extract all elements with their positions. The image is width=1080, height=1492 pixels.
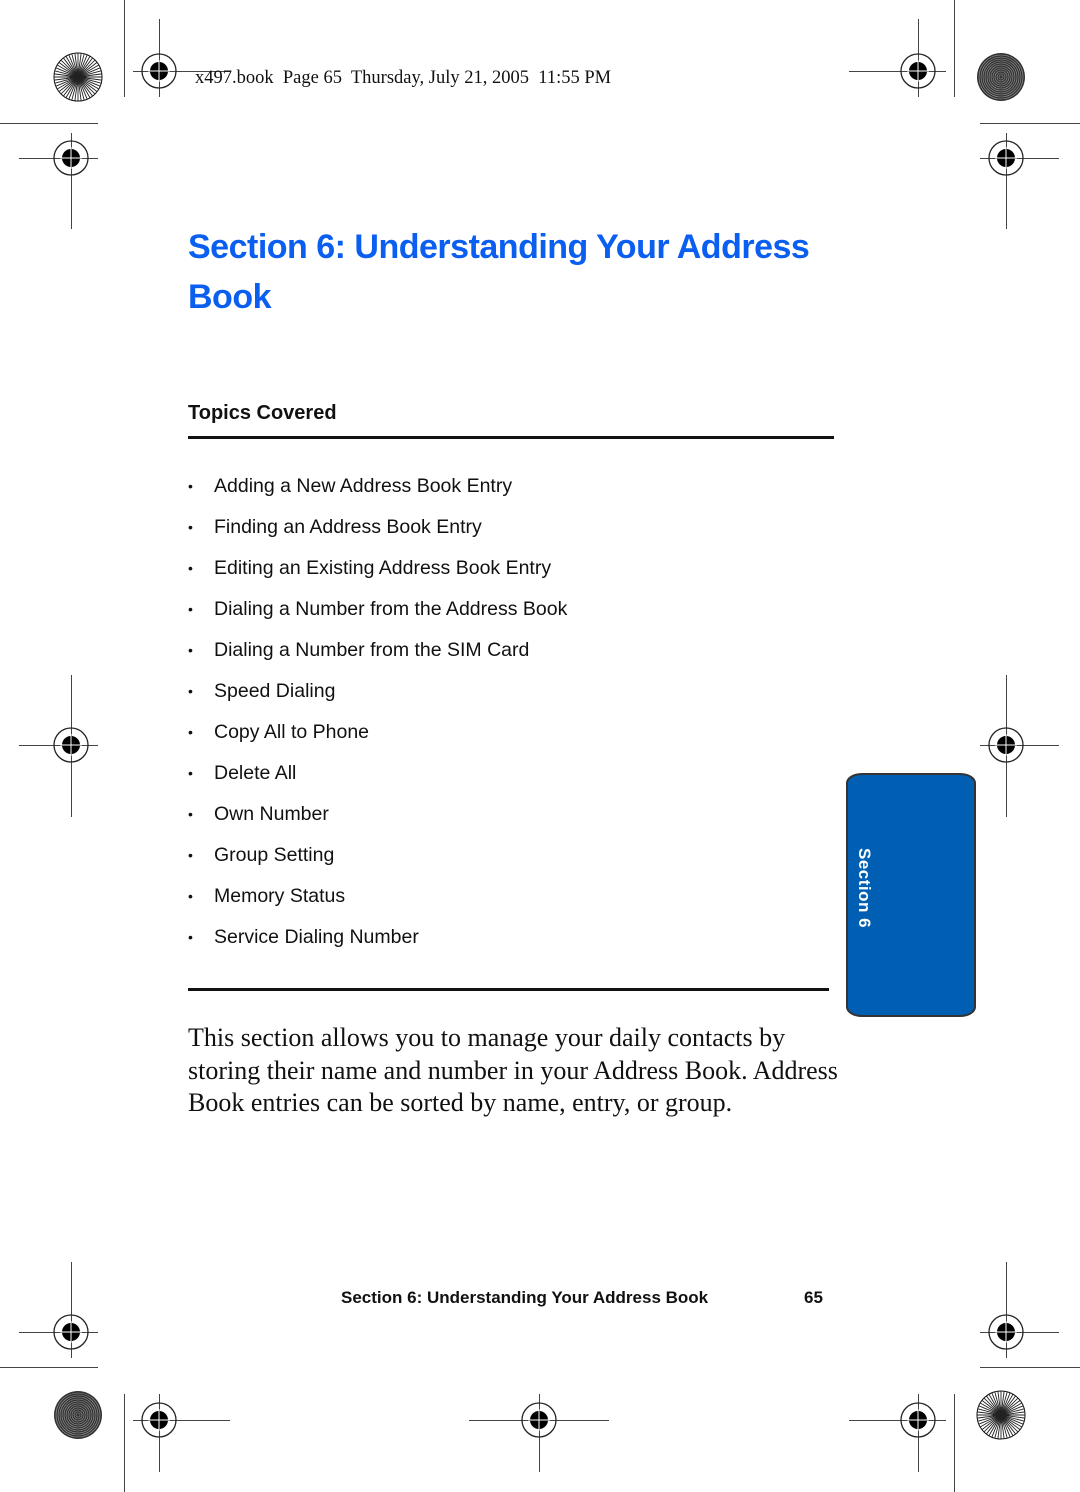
registration-mark-icon (987, 726, 1025, 764)
registration-mark-icon (52, 1313, 90, 1351)
bullet-icon: • (188, 724, 193, 740)
crop-mark (954, 0, 955, 97)
topic-label: Adding a New Address Book Entry (214, 475, 513, 497)
topic-item: • Copy All to Phone (188, 716, 567, 757)
bullet-icon: • (188, 601, 193, 617)
topic-label: Group Setting (214, 844, 335, 866)
topic-item: • Editing an Existing Address Book Entry (188, 552, 567, 593)
concentric-target-icon (53, 1390, 103, 1440)
crop-mark (954, 1394, 955, 1492)
topic-label: Service Dialing Number (214, 926, 419, 948)
crop-mark (980, 1367, 1080, 1368)
bullet-icon: • (188, 478, 193, 494)
crop-mark (0, 123, 98, 124)
topic-item: • Finding an Address Book Entry (188, 511, 567, 552)
registration-mark-icon (52, 726, 90, 764)
divider (188, 436, 834, 439)
topics-heading: Topics Covered (188, 402, 337, 424)
bullet-icon: • (188, 519, 193, 535)
bullet-icon: • (188, 683, 193, 699)
registration-mark-icon (899, 1401, 937, 1439)
page-title-line: Section 6: Understanding Your Address (188, 228, 810, 266)
topic-label: Delete All (214, 762, 297, 784)
topic-label: Finding an Address Book Entry (214, 516, 482, 538)
topic-label: Dialing a Number from the SIM Card (214, 639, 530, 661)
bullet-icon: • (188, 847, 193, 863)
topic-item: • Dialing a Number from the Address Book (188, 593, 567, 634)
star-target-icon (53, 52, 103, 102)
page-title-line: Book (188, 278, 272, 316)
topic-item: • Delete All (188, 757, 567, 798)
bullet-icon: • (188, 642, 193, 658)
topic-item: • Memory Status (188, 880, 567, 921)
registration-mark-icon (520, 1401, 558, 1439)
bullet-icon: • (188, 929, 193, 945)
star-target-icon (976, 1390, 1026, 1440)
bullet-icon: • (188, 806, 193, 822)
topic-label: Copy All to Phone (214, 721, 370, 743)
topic-item: • Group Setting (188, 839, 567, 880)
registration-mark-icon (987, 1313, 1025, 1351)
section-tab-label: Section 6 (855, 848, 874, 929)
topic-item: • Dialing a Number from the SIM Card (188, 634, 567, 675)
topic-item: • Service Dialing Number (188, 921, 567, 962)
crop-mark (980, 123, 1080, 124)
bullet-icon: • (188, 888, 193, 904)
topic-item: • Own Number (188, 798, 567, 839)
topic-item: • Adding a New Address Book Entry (188, 470, 567, 511)
page-title: Section 6: Understanding Your Address Bo… (188, 222, 848, 322)
registration-mark-icon (899, 52, 937, 90)
page-number: 65 (804, 1288, 823, 1307)
intro-paragraph: This section allows you to manage your d… (188, 1023, 838, 1117)
topic-label: Editing an Existing Address Book Entry (214, 557, 552, 579)
topic-label: Speed Dialing (214, 680, 336, 702)
crop-mark (124, 1394, 125, 1492)
topic-label: Memory Status (214, 885, 346, 907)
registration-mark-icon (140, 52, 178, 90)
topic-label: Dialing a Number from the Address Book (214, 598, 568, 620)
registration-mark-icon (52, 139, 90, 177)
topics-list: • Adding a New Address Book Entry • Finding… (188, 470, 567, 962)
crop-mark (0, 1367, 98, 1368)
divider (188, 988, 829, 991)
registration-mark-icon (987, 139, 1025, 177)
topic-item: • Speed Dialing (188, 675, 567, 716)
print-slug: x497.book Page 65 Thursday, July 21, 200… (195, 68, 612, 88)
concentric-target-icon (976, 52, 1026, 102)
crop-mark (124, 0, 125, 97)
bullet-icon: • (188, 765, 193, 781)
bullet-icon: • (188, 560, 193, 576)
registration-mark-icon (140, 1401, 178, 1439)
footer-section-title: Section 6: Understanding Your Address Bo… (341, 1288, 709, 1307)
topic-label: Own Number (214, 803, 329, 825)
